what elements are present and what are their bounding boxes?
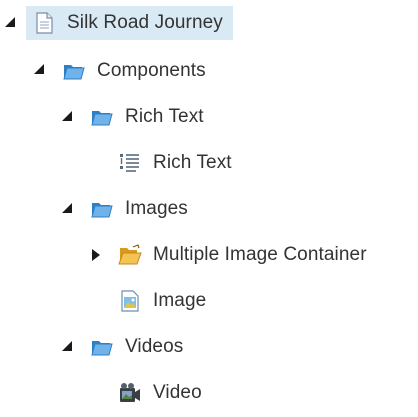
open-folder-icon <box>118 243 142 267</box>
tree-item-label: Rich Text <box>125 106 204 127</box>
image-icon <box>118 289 142 313</box>
expanded-toggle-icon[interactable] <box>61 110 75 124</box>
folder-icon <box>90 197 114 221</box>
tree-item-label: Images <box>125 198 188 219</box>
tree-item-video[interactable]: Video <box>118 376 202 410</box>
tree-item-multiple-image-container[interactable]: Multiple Image Container <box>118 238 367 272</box>
tree-item-videos-folder[interactable]: Videos <box>90 330 183 364</box>
rich-text-icon <box>118 151 142 175</box>
folder-icon <box>90 335 114 359</box>
video-icon <box>118 381 142 405</box>
tree-item-label: Multiple Image Container <box>153 244 367 265</box>
expanded-toggle-icon[interactable] <box>4 16 18 30</box>
page-icon <box>32 11 56 35</box>
tree-item-label: Videos <box>125 336 184 357</box>
expanded-toggle-icon[interactable] <box>33 63 47 77</box>
tree-item-label: Image <box>153 290 207 311</box>
folder-icon <box>62 59 86 83</box>
tree-item-silk-road-journey[interactable]: Silk Road Journey <box>26 6 233 40</box>
collapsed-toggle-icon[interactable] <box>90 248 104 262</box>
expanded-toggle-icon[interactable] <box>61 340 75 354</box>
tree-item-rich-text-folder[interactable]: Rich Text <box>90 100 204 134</box>
tree-item-rich-text[interactable]: Rich Text <box>118 146 232 180</box>
tree-item-components[interactable]: Components <box>62 54 206 88</box>
tree-item-label: Components <box>97 60 206 81</box>
tree-item-label: Silk Road Journey <box>67 12 223 33</box>
expanded-toggle-icon[interactable] <box>61 202 75 216</box>
tree-item-image[interactable]: Image <box>118 284 206 318</box>
tree-item-label: Video <box>153 382 202 403</box>
tree-item-images-folder[interactable]: Images <box>90 192 188 226</box>
tree-item-label: Rich Text <box>153 152 232 173</box>
folder-icon <box>90 105 114 129</box>
